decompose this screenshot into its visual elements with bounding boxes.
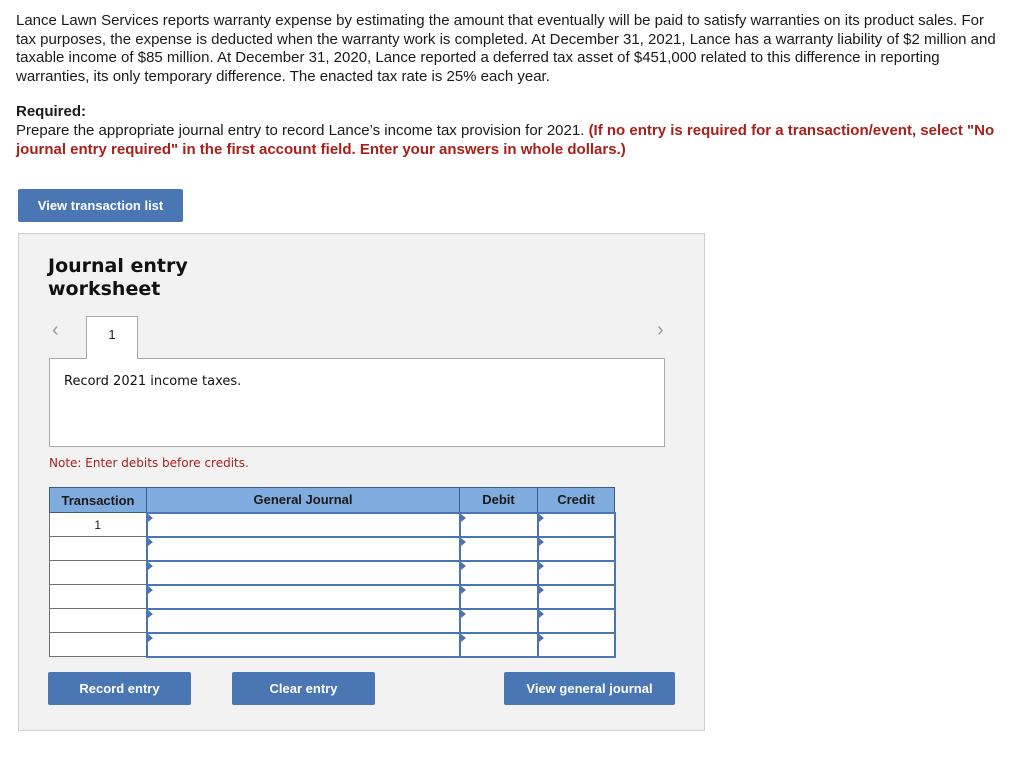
chevron-right-icon[interactable]: › bbox=[657, 319, 664, 342]
dropdown-indicator-icon bbox=[147, 537, 153, 546]
journal-entry-worksheet-panel: Journal entry worksheet ‹ 1 › Record 202… bbox=[18, 233, 705, 731]
account-select-field[interactable] bbox=[147, 633, 459, 656]
credit-input-cell bbox=[536, 583, 616, 610]
debit-input-cell bbox=[458, 535, 539, 562]
debit-input-cell bbox=[458, 511, 539, 538]
credit-input[interactable] bbox=[538, 585, 614, 608]
dropdown-indicator-icon bbox=[460, 633, 466, 642]
transaction-number-cell: 1 bbox=[49, 512, 147, 537]
transaction-number-cell bbox=[49, 608, 147, 633]
credit-input-cell bbox=[536, 559, 616, 586]
table-row: 1 bbox=[49, 511, 616, 538]
account-select-field[interactable] bbox=[147, 537, 459, 560]
dropdown-indicator-icon bbox=[460, 609, 466, 618]
table-row bbox=[49, 607, 616, 634]
debit-input-cell bbox=[458, 607, 539, 634]
account-select-field[interactable] bbox=[147, 585, 459, 608]
debit-input[interactable] bbox=[460, 585, 537, 608]
table-header-row: Transaction General Journal Debit Credit bbox=[49, 487, 615, 513]
account-select-field-cell bbox=[145, 607, 461, 634]
header-general-journal: General Journal bbox=[146, 487, 460, 513]
journal-table: Transaction General Journal Debit Credit… bbox=[49, 487, 616, 658]
dropdown-indicator-icon bbox=[538, 537, 544, 546]
view-general-journal-button[interactable]: View general journal bbox=[504, 672, 675, 705]
dropdown-indicator-icon bbox=[147, 513, 153, 522]
table-row bbox=[49, 631, 616, 658]
dropdown-indicator-icon bbox=[147, 561, 153, 570]
account-select-field[interactable] bbox=[147, 561, 459, 584]
transaction-number-cell bbox=[49, 536, 147, 561]
credit-input[interactable] bbox=[538, 633, 614, 656]
record-entry-button[interactable]: Record entry bbox=[48, 672, 191, 705]
account-select-field[interactable] bbox=[147, 609, 459, 632]
dropdown-indicator-icon bbox=[460, 585, 466, 594]
table-row bbox=[49, 535, 616, 562]
required-heading: Required: bbox=[16, 103, 87, 120]
account-select-field-cell bbox=[145, 583, 461, 610]
account-select-field-cell bbox=[145, 535, 461, 562]
debit-input-cell bbox=[458, 631, 539, 658]
chevron-left-icon[interactable]: ‹ bbox=[52, 319, 59, 342]
debit-input[interactable] bbox=[460, 561, 537, 584]
dropdown-indicator-icon bbox=[147, 585, 153, 594]
header-credit: Credit bbox=[537, 487, 615, 513]
transaction-description: Record 2021 income taxes. bbox=[64, 374, 242, 389]
credit-input-cell bbox=[536, 535, 616, 562]
transaction-number-cell bbox=[49, 584, 147, 609]
view-transaction-list-button[interactable]: View transaction list bbox=[18, 189, 183, 222]
dropdown-indicator-icon bbox=[460, 537, 466, 546]
debit-input-cell bbox=[458, 559, 539, 586]
worksheet-title: Journal entry worksheet bbox=[48, 255, 188, 301]
credit-input-cell bbox=[536, 607, 616, 634]
credit-input[interactable] bbox=[538, 513, 614, 536]
credit-input[interactable] bbox=[538, 609, 614, 632]
clear-entry-button[interactable]: Clear entry bbox=[232, 672, 375, 705]
dropdown-indicator-icon bbox=[147, 609, 153, 618]
transaction-number-cell bbox=[49, 632, 147, 657]
question-text: Lance Lawn Services reports warranty exp… bbox=[16, 12, 996, 85]
dropdown-indicator-icon bbox=[460, 561, 466, 570]
debit-input-cell bbox=[458, 583, 539, 610]
worksheet-title-line2: worksheet bbox=[48, 278, 161, 300]
header-debit: Debit bbox=[459, 487, 538, 513]
credit-input[interactable] bbox=[538, 561, 614, 584]
dropdown-indicator-icon bbox=[460, 513, 466, 522]
account-select-field-cell bbox=[145, 511, 461, 538]
debit-input[interactable] bbox=[460, 513, 537, 536]
account-select-field-cell bbox=[145, 631, 461, 658]
dropdown-indicator-icon bbox=[538, 609, 544, 618]
dropdown-indicator-icon bbox=[538, 561, 544, 570]
debits-note: Note: Enter debits before credits. bbox=[49, 456, 249, 470]
credit-input-cell bbox=[536, 631, 616, 658]
table-row bbox=[49, 559, 616, 586]
dropdown-indicator-icon bbox=[538, 633, 544, 642]
required-instructions: Prepare the appropriate journal entry to… bbox=[16, 121, 1016, 159]
table-row bbox=[49, 583, 616, 610]
dropdown-indicator-icon bbox=[538, 513, 544, 522]
worksheet-title-line1: Journal entry bbox=[48, 255, 188, 277]
dropdown-indicator-icon bbox=[147, 633, 153, 642]
debit-input[interactable] bbox=[460, 609, 537, 632]
transaction-number-cell bbox=[49, 560, 147, 585]
header-transaction: Transaction bbox=[49, 487, 147, 513]
debit-input[interactable] bbox=[460, 633, 537, 656]
debit-input[interactable] bbox=[460, 537, 537, 560]
account-select-field-cell bbox=[145, 559, 461, 586]
dropdown-indicator-icon bbox=[538, 585, 544, 594]
required-text: Prepare the appropriate journal entry to… bbox=[16, 122, 589, 139]
account-select-field[interactable] bbox=[147, 513, 459, 536]
credit-input-cell bbox=[536, 511, 616, 538]
tab-transaction-1[interactable]: 1 bbox=[86, 316, 138, 359]
transaction-description-box: Record 2021 income taxes. bbox=[49, 358, 665, 447]
credit-input[interactable] bbox=[538, 537, 614, 560]
